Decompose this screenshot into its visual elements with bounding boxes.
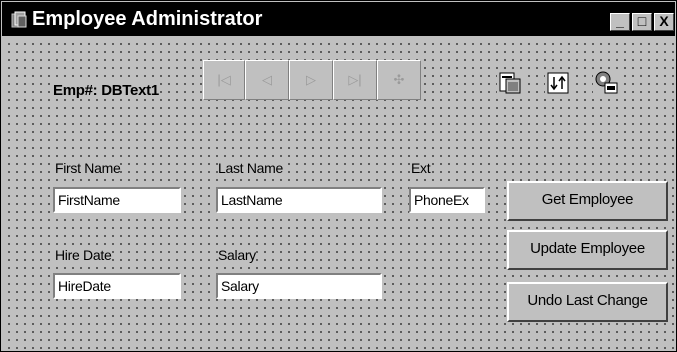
form-client-area: Emp#: DBText1 |◁ ◁ ▷ ▷| ✣ First Name Las…	[2, 37, 675, 350]
salary-field[interactable]: Salary	[216, 273, 382, 299]
hire-date-field[interactable]: HireDate	[53, 273, 181, 299]
ext-field[interactable]: PhoneEx	[409, 187, 485, 213]
first-name-field[interactable]: FirstName	[53, 187, 181, 213]
last-name-label: Last Name	[218, 160, 283, 176]
last-name-field[interactable]: LastName	[216, 187, 382, 213]
update-employee-button[interactable]: Update Employee	[507, 230, 668, 270]
maximize-button[interactable]: □	[632, 13, 652, 31]
nav-prior-button[interactable]: ◁	[245, 60, 289, 100]
minimize-button[interactable]: _	[610, 13, 630, 31]
title-bar[interactable]: Employee Administrator _ □ X	[2, 2, 675, 36]
nav-insert-button[interactable]: ✣	[377, 60, 421, 100]
emp-number-label: Emp#: DBText1	[53, 82, 159, 99]
data-module-icon[interactable]	[497, 70, 523, 96]
emp-number-value: DBText1	[101, 82, 159, 99]
salary-label: Salary	[218, 247, 256, 263]
nav-last-button[interactable]: ▷|	[333, 60, 377, 100]
sort-icon[interactable]	[545, 70, 571, 96]
db-navigator: |◁ ◁ ▷ ▷| ✣	[203, 60, 421, 100]
app-icon[interactable]	[10, 10, 30, 30]
ext-label: Ext	[411, 160, 431, 176]
nav-next-button[interactable]: ▷	[289, 60, 333, 100]
nav-first-button[interactable]: |◁	[203, 60, 245, 100]
close-button[interactable]: X	[654, 13, 674, 31]
connect-icon[interactable]	[593, 70, 619, 96]
undo-last-change-button[interactable]: Undo Last Change	[507, 282, 668, 322]
main-window: Employee Administrator _ □ X Emp#: DBTex…	[0, 0, 677, 352]
window-title: Employee Administrator	[32, 8, 263, 30]
hire-date-label: Hire Date	[55, 247, 112, 263]
first-name-label: First Name	[55, 160, 121, 176]
get-employee-button[interactable]: Get Employee	[507, 181, 668, 221]
